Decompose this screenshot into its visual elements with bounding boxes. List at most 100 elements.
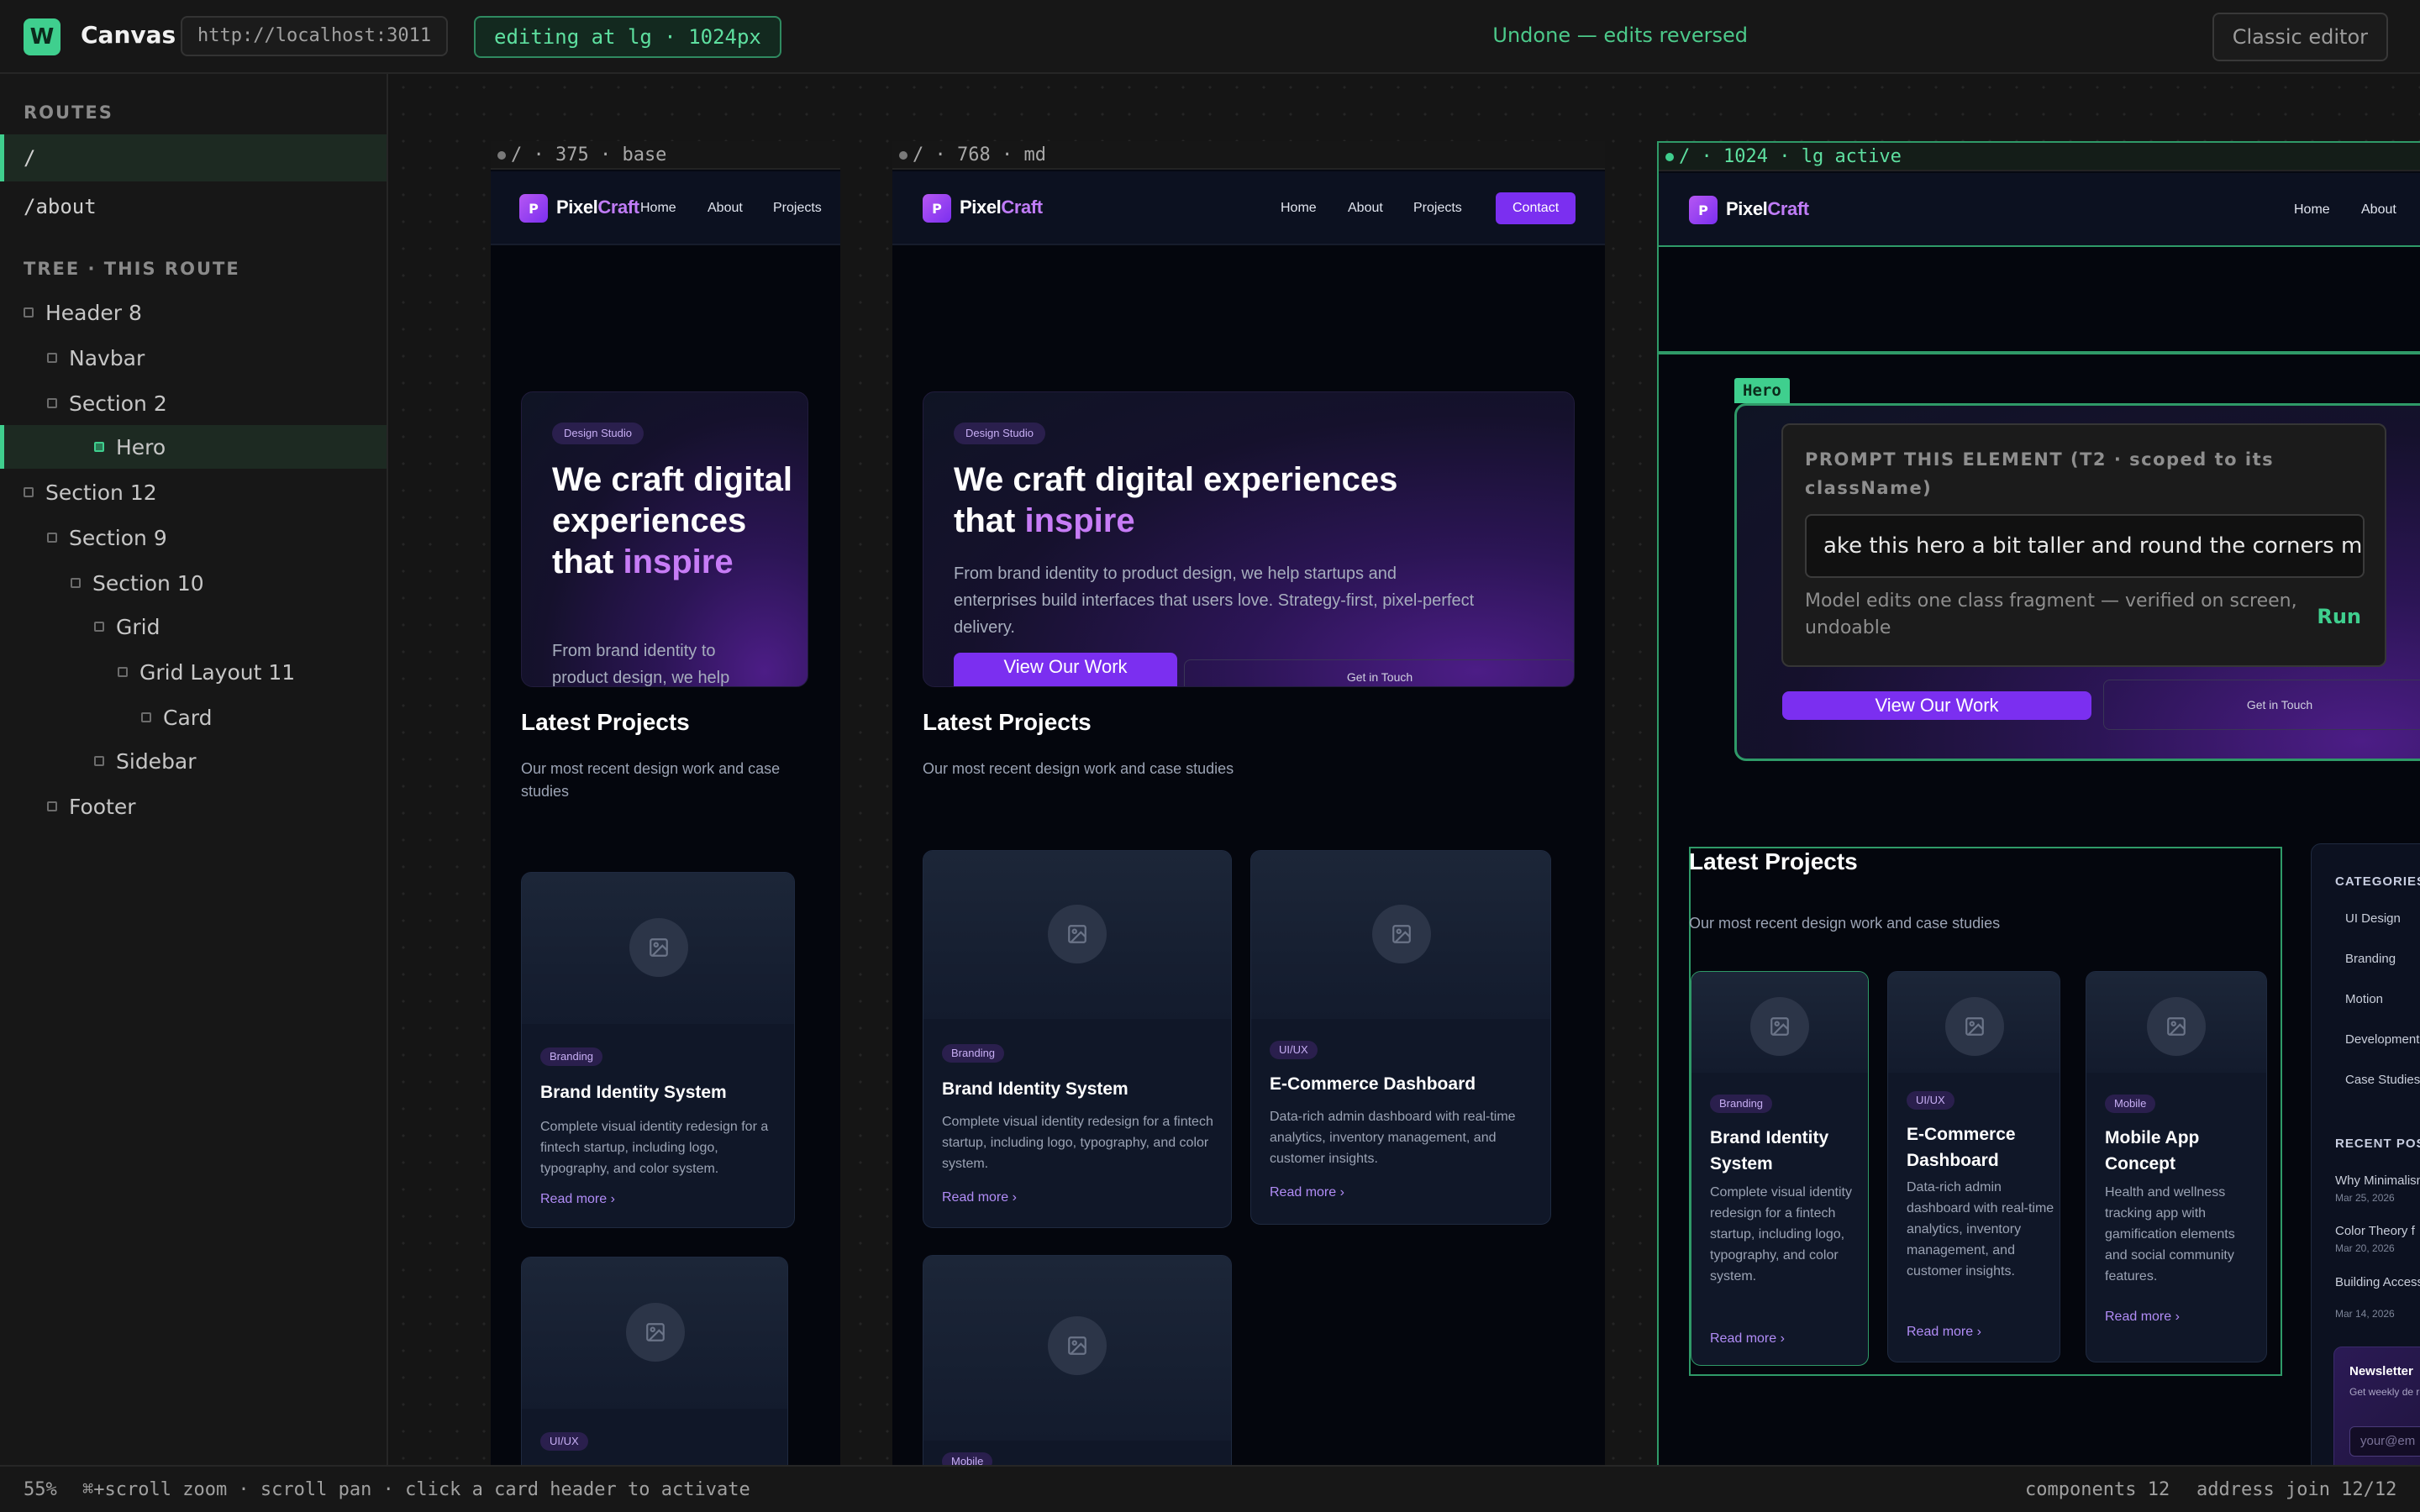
frame-viewport-base[interactable]: P PixelCraft Home About Projects Design …	[491, 171, 840, 1465]
category-link[interactable]: Case Studies	[2345, 1073, 2420, 1087]
card-description: Health and wellness tracking app with ga…	[2105, 1185, 2235, 1284]
tree-item-section-9[interactable]: Section 9	[0, 516, 387, 559]
latest-projects-subtitle: Our most recent design work and case stu…	[923, 760, 1234, 777]
image-icon	[1750, 997, 1809, 1056]
image-icon	[629, 918, 688, 977]
tree-item-grid[interactable]: Grid	[0, 605, 387, 648]
read-more-label: Read more	[1270, 1185, 1337, 1200]
categories-heading: CATEGORIES	[2335, 874, 2420, 889]
tree-item-card[interactable]: Card	[0, 696, 387, 739]
recent-posts-heading: RECENT POSTS	[2335, 1137, 2420, 1151]
get-in-touch-button[interactable]: Get in Touch	[2103, 680, 2420, 730]
node-icon	[47, 801, 57, 811]
recent-post-title[interactable]: Building Access Systems	[2335, 1274, 2420, 1291]
tree-item-section-10[interactable]: Section 10	[0, 561, 387, 605]
tree-item-grid-layout-11[interactable]: Grid Layout 11	[0, 650, 387, 694]
image-icon	[1048, 905, 1107, 963]
project-card[interactable]: Branding Brand Identity System Complete …	[1691, 971, 1869, 1366]
recent-post-date: Mar 25, 2026	[2335, 1192, 2395, 1204]
nav-link-about[interactable]: About	[1348, 201, 1383, 216]
site-navbar: P PixelCraft Home About	[1659, 173, 2420, 247]
card-tag: UI/UX	[1907, 1091, 1954, 1110]
view-our-work-button[interactable]: View Our Work	[954, 653, 1177, 686]
hero-title: We craft digital experiences that inspir…	[954, 459, 1424, 542]
hero-title-accent: inspire	[1024, 502, 1135, 539]
get-in-touch-button[interactable]: Get in Touch	[1184, 659, 1574, 686]
nav-link-projects[interactable]: Projects	[773, 201, 822, 216]
card-tag: UI/UX	[540, 1432, 588, 1451]
brand-logo-icon: P	[519, 194, 548, 223]
tree-item-section-2[interactable]: Section 2	[0, 381, 387, 425]
card-tag: UI/UX	[1270, 1041, 1318, 1059]
project-card[interactable]: UI/UX E-Commerce Dashboard Data-rich adm…	[1250, 850, 1551, 1225]
tree-item-hero[interactable]: Hero	[0, 425, 387, 469]
read-more-link[interactable]: Read more ›	[942, 1190, 1017, 1205]
frame-viewport-lg[interactable]: P PixelCraft Home About Hero View Our Wo…	[1659, 173, 2420, 1465]
read-more-link[interactable]: Read more ›	[1710, 1331, 1785, 1347]
tree-item-navbar[interactable]: Navbar	[0, 336, 387, 380]
brand-logo-icon: P	[923, 194, 951, 223]
frame-viewport-md[interactable]: P PixelCraft Home About Projects Contact…	[892, 171, 1605, 1465]
node-icon	[118, 667, 128, 677]
chevron-right-icon: ›	[1339, 1185, 1344, 1200]
nav-link-projects[interactable]: Projects	[1413, 201, 1462, 216]
card-title: Brand Identity System	[540, 1083, 727, 1102]
brand-name[interactable]: PixelCraft	[960, 197, 1043, 218]
tree-item-header-8[interactable]: Header 8	[0, 291, 387, 334]
card-tag: Branding	[942, 1044, 1005, 1063]
prompt-input[interactable]: ake this hero a bit taller and round the…	[1805, 514, 2365, 578]
frame-label: / · 768 · md	[913, 144, 1046, 165]
editing-breakpoint-badge: editing at lg · 1024px	[474, 16, 781, 58]
hero-section[interactable]: Design Studio We craft digital experienc…	[521, 391, 808, 687]
project-card[interactable]: Mobile	[923, 1255, 1232, 1465]
classic-editor-button[interactable]: Classic editor	[2212, 13, 2388, 61]
nav-link-home[interactable]: Home	[640, 201, 676, 216]
hero-pill: Design Studio	[552, 423, 644, 444]
read-more-link[interactable]: Read more ›	[2105, 1310, 2180, 1325]
project-card[interactable]: Mobile Mobile App Concept Health and wel…	[2086, 971, 2267, 1362]
url-field[interactable]: http://localhost:3011	[181, 16, 449, 56]
category-link[interactable]: Motion	[2345, 992, 2383, 1006]
contact-button[interactable]: Contact	[1496, 192, 1576, 224]
chevron-right-icon: ›	[1012, 1190, 1017, 1205]
app-title: Canvas	[81, 21, 176, 49]
tree-item-section-12[interactable]: Section 12	[0, 470, 387, 514]
image-icon	[2147, 997, 2206, 1056]
tree-item-footer[interactable]: Footer	[0, 785, 387, 828]
tree-item-sidebar[interactable]: Sidebar	[0, 739, 387, 783]
read-more-link[interactable]: Read more ›	[540, 1192, 615, 1207]
image-icon	[626, 1303, 685, 1362]
frame-header-base[interactable]: / · 375 · base	[491, 141, 840, 170]
hero-pill: Design Studio	[954, 423, 1045, 444]
frame-header-lg[interactable]: / · 1024 · lg active	[1659, 143, 2420, 171]
frame-header-md[interactable]: / · 768 · md	[892, 141, 1605, 170]
hero-title-accent: inspire	[623, 543, 734, 580]
project-card[interactable]: Branding Brand Identity System Complete …	[923, 850, 1232, 1228]
project-card[interactable]: UI/UX E-Commerce Dashboard	[521, 1257, 788, 1465]
category-link[interactable]: Development	[2345, 1032, 2419, 1047]
category-link[interactable]: UI Design	[2345, 911, 2401, 926]
brand-name[interactable]: PixelCraft	[556, 197, 639, 218]
route-item-about[interactable]: /about	[0, 183, 387, 230]
canvas-hint: ⌘+scroll zoom · scroll pan · click a car…	[82, 1479, 750, 1500]
newsletter-email-input[interactable]: your@em	[2349, 1426, 2420, 1457]
run-button[interactable]: Run	[2317, 605, 2361, 628]
components-count: components 12	[2025, 1479, 2170, 1500]
nav-link-home[interactable]: Home	[1281, 201, 1317, 216]
category-link[interactable]: Branding	[2345, 952, 2396, 966]
nav-link-about[interactable]: About	[2361, 202, 2396, 218]
hero-section[interactable]: Design Studio We craft digital experienc…	[923, 391, 1575, 687]
project-card[interactable]: Branding Brand Identity System Complete …	[521, 872, 795, 1228]
read-more-link[interactable]: Read more ›	[1270, 1185, 1344, 1200]
view-our-work-button[interactable]: View Our Work	[1782, 691, 2091, 720]
recent-post-title[interactable]: Color Theory f	[2335, 1224, 2420, 1238]
project-card[interactable]: UI/UX E-Commerce Dashboard Data-rich adm…	[1887, 971, 2060, 1362]
nav-link-about[interactable]: About	[708, 201, 743, 216]
canvas-area[interactable]: / · 375 · base P PixelCraft Home About P…	[390, 74, 2420, 1465]
read-more-link[interactable]: Read more ›	[1907, 1325, 1981, 1340]
nav-link-home[interactable]: Home	[2294, 202, 2330, 218]
recent-post-title[interactable]: Why Minimalism	[2335, 1173, 2420, 1188]
route-item-root[interactable]: /	[0, 134, 387, 181]
brand-name[interactable]: PixelCraft	[1726, 198, 1809, 220]
card-image	[923, 1256, 1231, 1441]
